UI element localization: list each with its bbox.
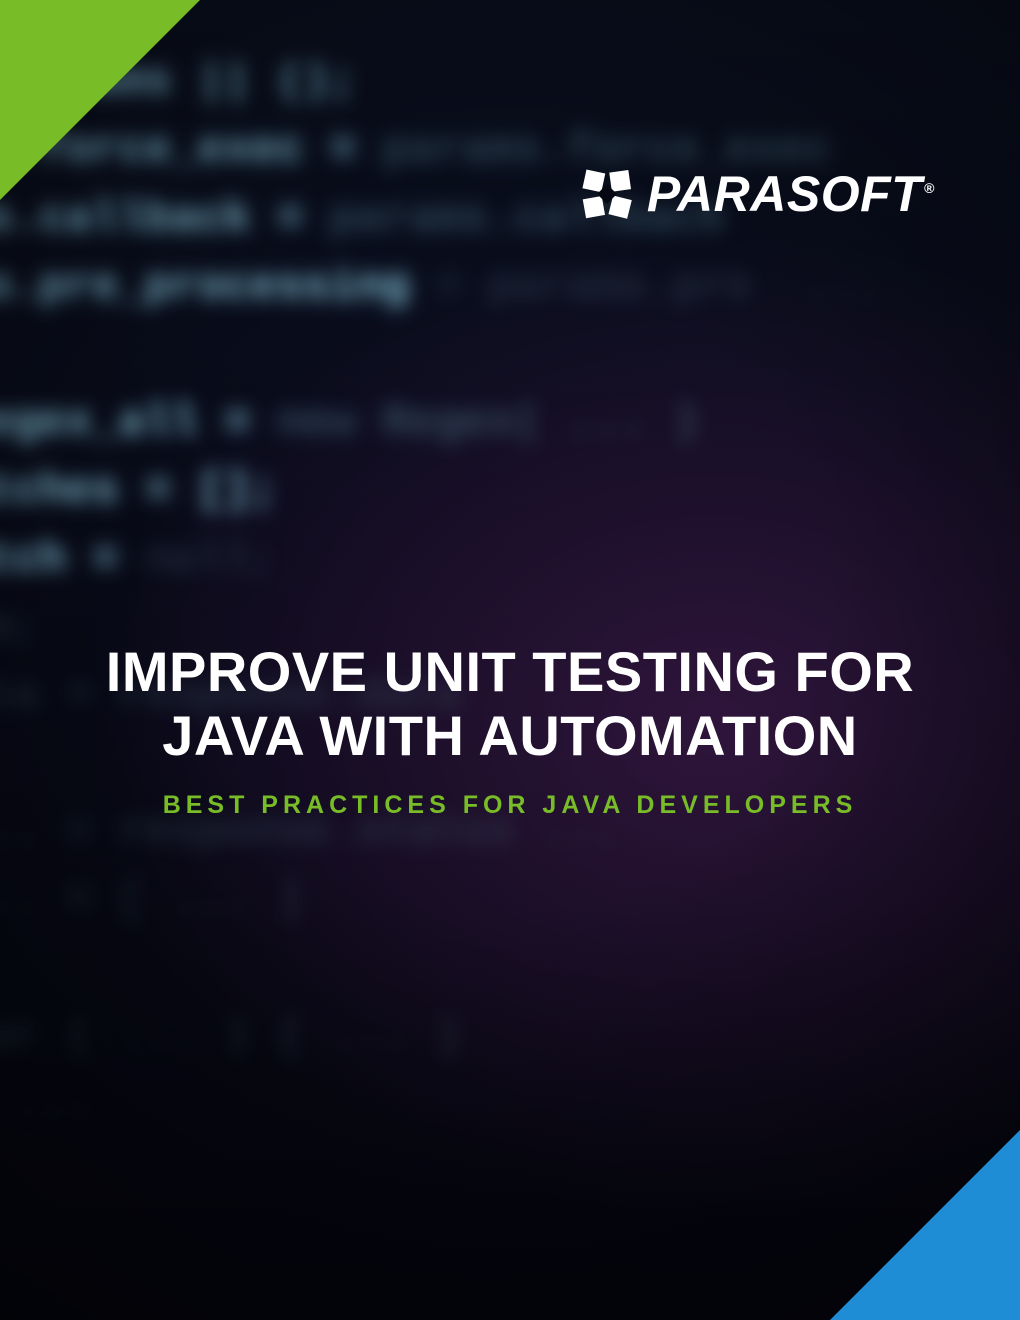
- document-cover: = params || (); s.force_exec = params.fo…: [0, 0, 1020, 1320]
- title-line-1: IMPROVE UNIT TESTING FOR: [60, 640, 960, 704]
- title-line-2: JAVA WITH AUTOMATION: [60, 704, 960, 768]
- document-subtitle: BEST PRACTICES FOR JAVA DEVELOPERS: [60, 791, 960, 820]
- title-block: IMPROVE UNIT TESTING FOR JAVA WITH AUTOM…: [0, 640, 1020, 820]
- logo-mark-icon: [579, 166, 635, 222]
- brand-name-text: PARASOFT: [647, 166, 922, 222]
- corner-triangle-bottom-right: [830, 1130, 1020, 1320]
- corner-triangle-top-left: [0, 0, 200, 200]
- registered-mark: ®: [924, 180, 935, 196]
- brand-name: PARASOFT®: [647, 165, 935, 223]
- brand-logo: PARASOFT®: [579, 165, 935, 223]
- document-title: IMPROVE UNIT TESTING FOR JAVA WITH AUTOM…: [60, 640, 960, 769]
